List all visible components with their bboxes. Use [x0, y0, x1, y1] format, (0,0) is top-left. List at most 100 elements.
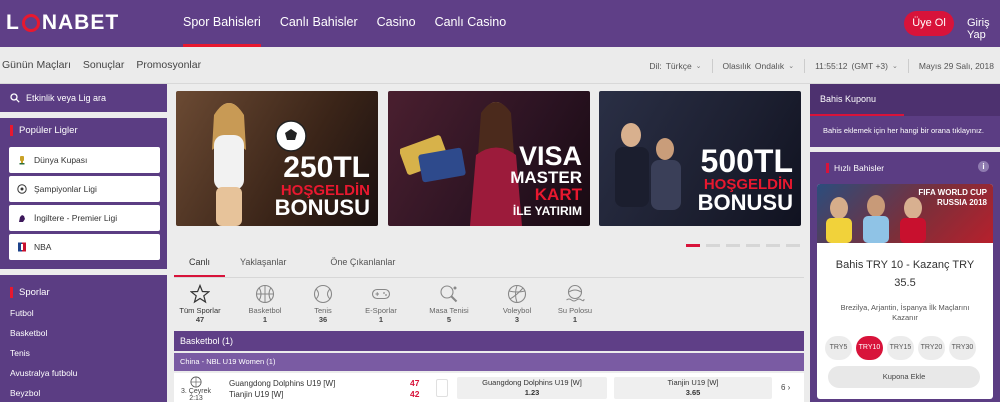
- nav-canli-bahisler[interactable]: Canlı Bahisler: [280, 0, 358, 47]
- odds-format-select[interactable]: Olasılık Ondalık ⌄: [713, 59, 806, 73]
- event-tabs: Canlı Yaklaşanlar Öne Çıkanlanlar: [174, 253, 804, 277]
- carousel-dot[interactable]: [786, 244, 800, 247]
- left-sidebar: Etkinlik veya Lig ara Popüler Ligler Dün…: [0, 84, 167, 402]
- sub-nav-bar: Günün Maçları Sonuçlar Promosyonlar Dil:…: [0, 47, 1000, 84]
- star-icon: [190, 284, 210, 304]
- world-cup-caption: FIFA WORLD CUP RUSSIA 2018: [918, 188, 987, 207]
- bet-slip-empty-text: Bahis eklemek için her hangi bir orana t…: [823, 126, 984, 135]
- filter-tenis[interactable]: Tenis 36: [294, 281, 352, 326]
- odd-button-home[interactable]: Guangdong Dolphins U19 [W] 1.23: [457, 377, 607, 399]
- date-display: Mayıs 29 Salı, 2018: [909, 59, 1000, 73]
- chevron-down-icon: ⌄: [695, 63, 702, 70]
- divider: [174, 277, 804, 278]
- league-item-champions-league[interactable]: Şampiyonlar Ligi: [9, 176, 160, 202]
- soccer-ball-icon: [275, 120, 307, 152]
- tab-canli[interactable]: Canlı: [174, 253, 226, 277]
- away-team: Tianjin U19 [W]: [229, 390, 284, 399]
- carousel-dot[interactable]: [766, 244, 780, 247]
- promo-banner-500tl[interactable]: 500TL HOŞGELDİN BONUSU: [599, 91, 801, 226]
- more-markets-link[interactable]: 6 ›: [781, 383, 790, 392]
- casino-players-illustration: [615, 123, 681, 210]
- stake-try30[interactable]: TRY30: [949, 336, 976, 360]
- search-placeholder: Etkinlik veya Lig ara: [26, 93, 107, 103]
- filter-su-polosu[interactable]: Su Polosu 1: [546, 281, 604, 326]
- timezone-value: (GMT +3): [851, 61, 888, 71]
- link-promosyonlar[interactable]: Promosyonlar: [136, 59, 201, 71]
- quick-bet-payout: 35.5: [894, 277, 916, 289]
- chevron-down-icon: ⌄: [788, 63, 795, 70]
- carousel-dot[interactable]: [746, 244, 760, 247]
- filter-e-sporlar[interactable]: E-Sporlar 1: [352, 281, 410, 326]
- info-icon[interactable]: i: [978, 161, 989, 172]
- nba-icon: [18, 242, 26, 252]
- stake-try10[interactable]: TRY10: [856, 336, 883, 360]
- away-score: 42: [410, 389, 420, 399]
- divider: [0, 112, 167, 118]
- sport-item-beyzbol[interactable]: Beyzbol: [10, 388, 40, 398]
- login-link[interactable]: Giriş Yap: [967, 17, 1000, 41]
- league-item-world-cup[interactable]: Dünya Kupası: [9, 147, 160, 173]
- league-item-nba[interactable]: NBA: [9, 234, 160, 260]
- filter-masa-tenisi[interactable]: Masa Tenisi 5: [420, 281, 478, 326]
- sport-item-basketbol[interactable]: Basketbol: [10, 328, 47, 338]
- home-team: Guangdong Dolphins U19 [W]: [229, 379, 336, 388]
- home-score: 47: [410, 378, 420, 388]
- filter-voleybol[interactable]: Voleybol 3: [488, 281, 546, 326]
- carousel-dot[interactable]: [726, 244, 740, 247]
- accent-bar: [826, 163, 829, 173]
- banner-1-bonus: BONUSU: [274, 195, 370, 220]
- banner-2-master: MASTER: [510, 168, 582, 187]
- link-gunun-maclari[interactable]: Günün Maçları: [2, 59, 71, 71]
- lunabet-logo[interactable]: L NABET: [6, 10, 119, 36]
- accent-bar: [10, 125, 13, 136]
- sport-item-futbol[interactable]: Futbol: [10, 308, 34, 318]
- banner-1-amount: 250TL: [283, 151, 370, 184]
- world-cup-icon: [19, 156, 25, 165]
- category-header-basketbol[interactable]: Basketbol (1): [174, 331, 804, 351]
- sport-filter-row: Tüm Sporlar 47 Basketbol 1 Tenis 36 E-Sp…: [174, 281, 804, 326]
- sport-item-avustralya-futbolu[interactable]: Avustralya futbolu: [10, 368, 77, 378]
- register-button[interactable]: Üye Ol: [904, 11, 954, 36]
- stake-try15[interactable]: TRY15: [887, 336, 914, 360]
- promo-banner-250tl[interactable]: 250TL HOŞGELDİN BONUSU: [176, 91, 378, 226]
- nav-casino[interactable]: Casino: [377, 0, 416, 47]
- stake-try20[interactable]: TRY20: [918, 336, 945, 360]
- world-cup-banner-image: FIFA WORLD CUP RUSSIA 2018: [817, 184, 993, 243]
- sport-item-tenis[interactable]: Tenis: [10, 348, 30, 358]
- tab-bet-slip[interactable]: Bahis Kuponu: [810, 84, 1000, 116]
- language-select[interactable]: Dil: Türkçe ⌄: [639, 59, 713, 73]
- basketball-icon: [255, 284, 275, 304]
- odd-button-away[interactable]: Tianjin U19 [W] 3.65: [614, 377, 772, 399]
- basketball-icon: [190, 376, 202, 388]
- quick-bet-card: FIFA WORLD CUP RUSSIA 2018 Bahis TRY 10 …: [817, 184, 993, 399]
- search-box[interactable]: Etkinlik veya Lig ara: [0, 84, 167, 112]
- banner-2-deposit: İLE YATIRIM: [512, 204, 582, 218]
- filter-all-sports[interactable]: Tüm Sporlar 47: [174, 281, 226, 326]
- banner-3-amount: 500TL: [700, 143, 793, 179]
- link-sonuclar[interactable]: Sonuçlar: [83, 59, 124, 71]
- filter-basketbol[interactable]: Basketbol 1: [236, 281, 294, 326]
- tennis-ball-icon: [313, 284, 333, 304]
- nav-canli-casino[interactable]: Canlı Casino: [435, 0, 507, 47]
- add-to-coupon-button[interactable]: Kupona Ekle: [828, 366, 980, 388]
- tab-one-cikanlar[interactable]: Öne Çıkanlanlar: [315, 253, 410, 277]
- favorite-toggle[interactable]: [436, 379, 448, 397]
- timezone-select[interactable]: 11:55:12 (GMT +3) ⌄: [805, 59, 909, 73]
- nav-spor-bahisleri[interactable]: Spor Bahisleri: [183, 0, 261, 47]
- promo-banner-visa-master[interactable]: VISA MASTER KART İLE YATIRIM: [388, 91, 590, 226]
- tab-yaklasanlar[interactable]: Yaklaşanlar: [225, 253, 301, 277]
- quick-bet-description: Brezilya, Arjantin, İspanya İlk Maçların…: [840, 303, 970, 322]
- accent-bar: [10, 287, 13, 298]
- league-item-premier-league[interactable]: İngiltere - Premier Ligi: [9, 205, 160, 231]
- odds-label: Olasılık: [722, 61, 751, 71]
- league-header[interactable]: China - NBL U19 Women (1): [174, 353, 804, 371]
- clock-time: 11:55:12: [815, 61, 848, 71]
- carousel-dot[interactable]: [686, 244, 700, 247]
- event-row[interactable]: 3. Çeyrek 2:13 Guangdong Dolphins U19 [W…: [174, 373, 804, 402]
- stake-try5[interactable]: TRY5: [825, 336, 852, 360]
- gamepad-icon: [371, 288, 391, 300]
- quick-bet-title: Bahis TRY 10 - Kazanç TRY: [835, 259, 975, 271]
- carousel-dot[interactable]: [706, 244, 720, 247]
- divider: [0, 269, 167, 275]
- quick-bets-title: Hızlı Bahisler: [826, 163, 884, 173]
